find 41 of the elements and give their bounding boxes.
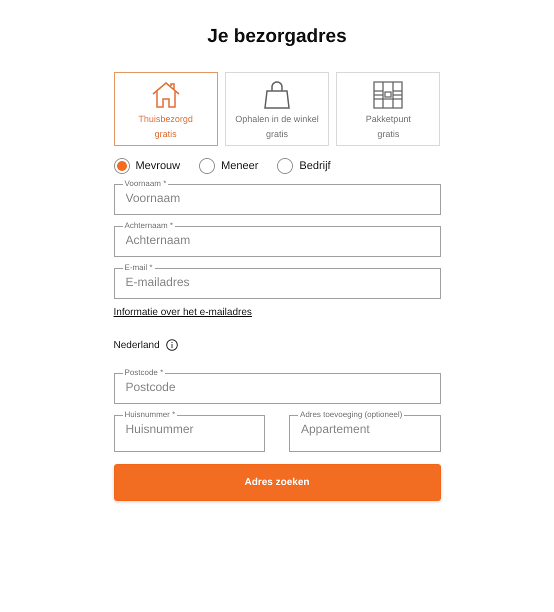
- shopping-bag-icon: [262, 81, 291, 109]
- house-icon: [150, 81, 181, 109]
- radio-label[interactable]: Meneer: [221, 160, 258, 172]
- text-input[interactable]: Appartement: [301, 420, 428, 436]
- search-address-button[interactable]: Adres zoeken: [114, 464, 440, 501]
- field-label: Postcode *: [124, 368, 164, 378]
- radio-button[interactable]: [114, 158, 130, 174]
- option-label: Ophalen in de winkel: [235, 113, 319, 126]
- text-field[interactable]: Huisnummer * Huisnummer: [114, 410, 265, 452]
- locker-icon: [373, 81, 404, 109]
- text-field[interactable]: Postcode * Postcode: [114, 368, 440, 404]
- text-field[interactable]: Achternaam * Achternaam: [114, 221, 440, 257]
- text-field[interactable]: Adres toevoeging (optioneel) Appartement: [289, 410, 440, 452]
- option-price: gratis: [154, 128, 177, 141]
- field-label: Adres toevoeging (optioneel): [299, 410, 404, 420]
- option-price: gratis: [377, 128, 400, 141]
- field-label: E-mail *: [124, 263, 154, 273]
- text-input[interactable]: E-mailadres: [126, 273, 428, 289]
- text-input[interactable]: Voornaam: [126, 189, 428, 205]
- field-label: Huisnummer *: [124, 410, 176, 420]
- radio-label[interactable]: Mevrouw: [136, 160, 180, 172]
- country-label: Nederland: [114, 340, 160, 350]
- field-label: Achternaam *: [124, 221, 174, 231]
- option-price: gratis: [266, 128, 288, 141]
- option-label: Pakketpunt: [366, 113, 411, 126]
- delivery-option[interactable]: Ophalen in de winkel gratis: [224, 72, 330, 146]
- text-input[interactable]: Postcode: [126, 378, 428, 394]
- delivery-option[interactable]: Thuisbezorgd gratis: [114, 72, 218, 146]
- text-input[interactable]: Huisnummer: [126, 420, 253, 436]
- field-label: Voornaam *: [124, 179, 168, 189]
- delivery-option[interactable]: Pakketpunt gratis: [336, 72, 440, 146]
- info-icon[interactable]: [166, 339, 178, 351]
- radio-button[interactable]: [199, 158, 216, 174]
- option-label: Thuisbezorgd: [138, 113, 193, 126]
- page-title: Je bezorgadres: [207, 26, 347, 48]
- text-field[interactable]: Voornaam * Voornaam: [114, 179, 440, 215]
- text-field[interactable]: E-mail * E-mailadres: [114, 263, 440, 299]
- email-info-link[interactable]: Informatie over het e-mailadres: [114, 307, 252, 318]
- radio-button[interactable]: [277, 158, 294, 174]
- text-input[interactable]: Achternaam: [126, 231, 428, 247]
- radio-label[interactable]: Bedrijf: [299, 160, 331, 172]
